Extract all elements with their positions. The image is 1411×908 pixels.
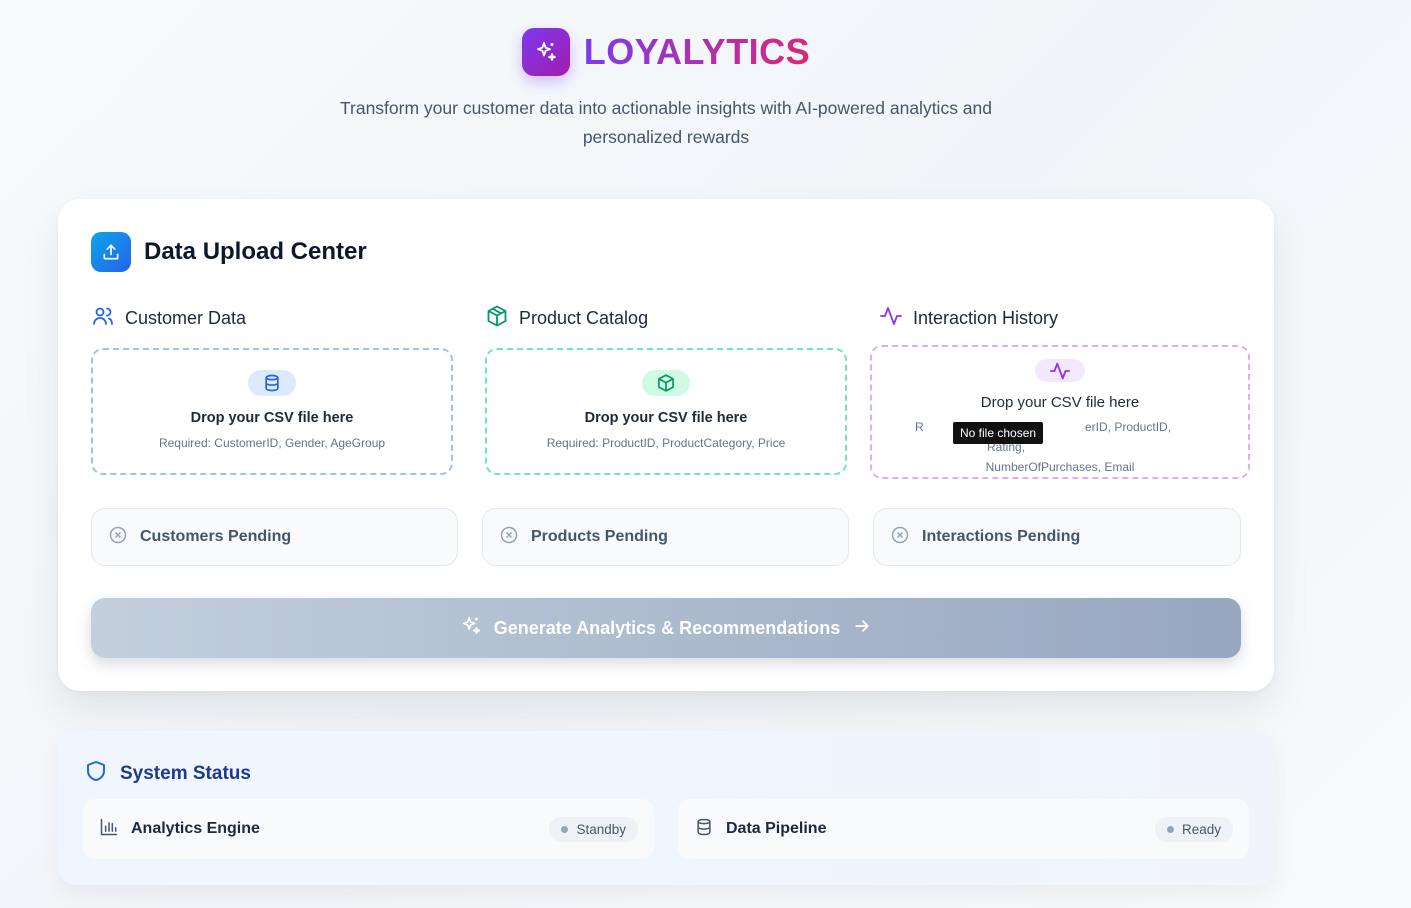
status-badge: Standby	[549, 816, 638, 842]
x-circle-icon	[499, 525, 519, 550]
bar-chart-icon	[99, 817, 119, 842]
package-icon	[642, 370, 690, 396]
arrow-right-icon	[852, 616, 872, 641]
shield-icon	[84, 759, 108, 789]
analytics-engine-status: Analytics Engine Standby	[83, 799, 654, 859]
drop-text: Drop your CSV file here	[584, 410, 748, 426]
file-input-tooltip: No file chosen	[953, 422, 1044, 444]
sparkles-icon	[460, 615, 482, 642]
database-icon	[694, 817, 714, 842]
brand: LOYALYTICS	[0, 28, 1332, 76]
customer-drop-zone[interactable]: Drop your CSV file here Required: Custom…	[91, 348, 453, 475]
customer-data-label: Customer Data	[91, 305, 246, 331]
sparkles-icon	[521, 28, 570, 76]
customer-data-section: Customer Data	[91, 305, 246, 331]
interaction-history-section: Interaction History	[879, 305, 1058, 331]
card-title: Data Upload Center	[144, 238, 367, 265]
x-circle-icon	[890, 525, 910, 550]
drop-text: Drop your CSV file here	[190, 410, 354, 426]
required-fields-line2: NumberOfPurchases, Email	[985, 460, 1135, 474]
data-pipeline-status: Data Pipeline Ready	[678, 799, 1249, 859]
product-catalog-section: Product Catalog	[485, 305, 648, 331]
product-catalog-label: Product Catalog	[485, 305, 648, 331]
drop-text: Drop your CSV file here	[980, 394, 1140, 411]
status-dot	[561, 825, 569, 833]
interactions-status: Interactions Pending	[873, 508, 1241, 566]
package-icon	[485, 304, 509, 333]
product-drop-zone[interactable]: Drop your CSV file here Required: Produc…	[485, 348, 847, 475]
interaction-drop-zone[interactable]: Drop your CSV file here RerID, ProductID…	[870, 345, 1250, 479]
activity-icon	[879, 304, 903, 333]
required-fields: Required: ProductID, ProductCategory, Pr…	[546, 436, 786, 450]
status-dot	[1166, 825, 1174, 833]
tagline: Transform your customer data into action…	[339, 98, 993, 147]
brand-name: LOYALYTICS	[583, 31, 811, 72]
data-upload-card: Data Upload Center Customer Data Drop yo…	[58, 199, 1274, 691]
generate-analytics-button[interactable]: Generate Analytics & Recommendations	[91, 598, 1241, 658]
app-header: LOYALYTICS Transform your customer data …	[0, 28, 1332, 152]
card-header: Data Upload Center	[91, 232, 367, 272]
x-circle-icon	[108, 525, 128, 550]
activity-icon	[1035, 359, 1085, 382]
status-badge: Ready	[1154, 816, 1233, 842]
customers-status: Customers Pending	[91, 508, 458, 566]
products-status: Products Pending	[482, 508, 849, 566]
database-icon	[248, 370, 296, 396]
upload-icon	[91, 232, 131, 272]
required-fields: Required: CustomerID, Gender, AgeGroup	[158, 436, 386, 450]
interaction-history-label: Interaction History	[879, 305, 1058, 331]
users-icon	[91, 304, 115, 333]
system-status-panel: System Status Analytics Engine Standby D…	[58, 731, 1274, 885]
system-status-title: System Status	[84, 759, 251, 789]
